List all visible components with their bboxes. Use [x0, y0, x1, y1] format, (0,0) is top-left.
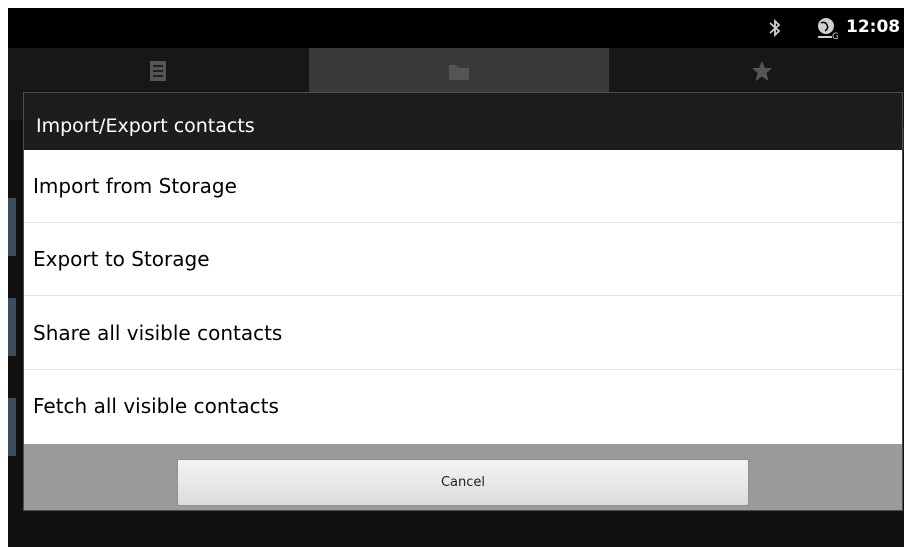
bluetooth-icon — [769, 18, 781, 38]
import-from-storage-item[interactable]: Import from Storage — [24, 150, 902, 223]
export-to-storage-item[interactable]: Export to Storage — [24, 223, 902, 296]
star-icon — [752, 61, 772, 81]
device-screen: G 12:08 Import/Export contacts Import fr… — [8, 8, 904, 547]
dialog-footer: Cancel — [24, 444, 902, 510]
clock: 12:08 — [846, 17, 901, 37]
dialog-title: Import/Export contacts — [36, 115, 255, 137]
share-visible-contacts-item[interactable]: Share all visible contacts — [24, 297, 902, 370]
list-item-label: Export to Storage — [33, 247, 210, 271]
list-item-label: Import from Storage — [33, 174, 237, 198]
list-item-label: Share all visible contacts — [33, 321, 283, 345]
dialog-option-list: Import from Storage Export to Storage Sh… — [24, 150, 902, 444]
background-thumbnail — [8, 398, 16, 456]
list-icon — [150, 61, 166, 81]
list-item-label: Fetch all visible contacts — [33, 394, 279, 418]
folder-icon — [449, 65, 469, 80]
import-export-dialog: Import/Export contacts Import from Stora… — [23, 92, 903, 511]
svg-text:G: G — [832, 32, 838, 40]
dialog-title-bar: Import/Export contacts — [24, 93, 902, 150]
network-globe-icon: G — [818, 18, 838, 40]
background-thumbnail — [8, 298, 16, 356]
fetch-visible-contacts-item[interactable]: Fetch all visible contacts — [24, 370, 902, 443]
background-thumbnail — [8, 198, 16, 256]
status-bar: G 12:08 — [8, 8, 904, 48]
cancel-button[interactable]: Cancel — [177, 459, 749, 506]
